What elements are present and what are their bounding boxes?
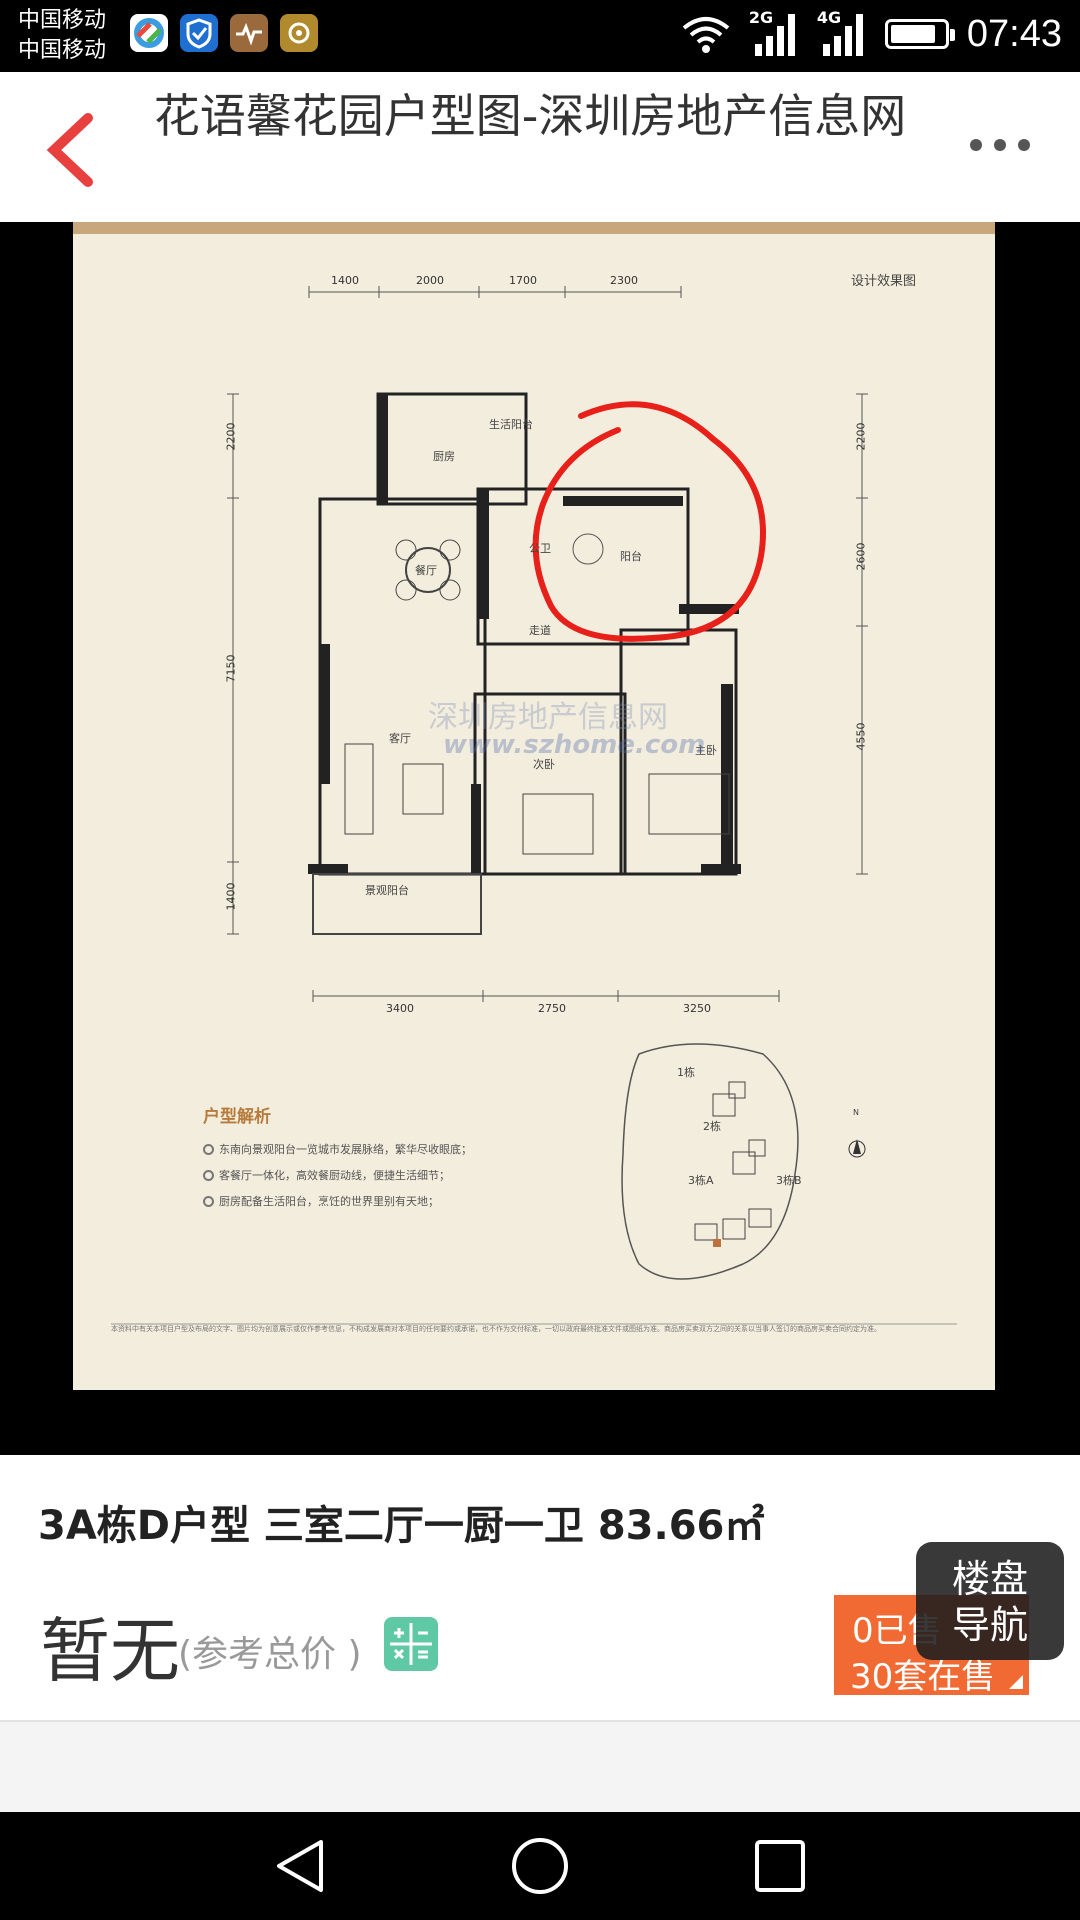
dim-left-2: 7150 — [224, 654, 238, 683]
plan-top-band — [73, 222, 995, 234]
browser-app-icon — [130, 14, 168, 52]
wifi-icon — [682, 17, 730, 53]
carrier-line-2: 中国移动 — [18, 38, 107, 63]
total-price: 暂无 — [40, 1610, 180, 1692]
site-building-3a: 3栋A — [688, 1174, 714, 1187]
more-dot-icon — [1018, 139, 1030, 151]
watermark-en: www.szhome.com — [443, 730, 706, 760]
room-corridor: 走道 — [529, 624, 551, 637]
price-note: (参考总价 ) — [178, 1634, 362, 1675]
analysis-item: 客餐厅一体化，高效餐厨动线，便捷生活细节； — [203, 1167, 472, 1183]
site-building-3b: 3栋B — [776, 1174, 802, 1187]
carrier-info: 中国移动 中国移动 — [18, 6, 106, 66]
signal-2g: 2G — [749, 8, 799, 58]
north-arrow-label: N — [853, 1108, 859, 1117]
signal-icon — [754, 14, 795, 56]
battery-icon — [884, 19, 955, 49]
sun-app-icon — [280, 14, 318, 52]
chevron-left-icon — [46, 113, 93, 187]
property-navigation-button[interactable]: 楼盘 导航 — [916, 1542, 1064, 1660]
floor-plan-image: 设计效果图 1400 2000 1700 2300 3400 2750 3250… — [73, 222, 995, 1390]
dim-bottom-1: 3400 — [386, 1002, 414, 1015]
system-recents-button[interactable] — [745, 1834, 815, 1898]
more-dot-icon — [970, 139, 982, 151]
unit-title: 3A栋D户型 三室二厅一厨一卫 83.66㎡ — [38, 1503, 765, 1549]
nav-label-line2: 导航 — [951, 1603, 1028, 1647]
calculator-button[interactable] — [384, 1617, 438, 1671]
signal-icon — [822, 14, 863, 56]
circle-home-icon — [512, 1838, 568, 1894]
carrier-line-1: 中国移动 — [18, 8, 107, 33]
dim-left-3: 1400 — [224, 882, 238, 911]
room-view-balcony: 景观阳台 — [365, 884, 409, 897]
dim-right-1: 2200 — [854, 422, 868, 451]
health-app-icon — [230, 14, 268, 52]
analysis-item: 东南向景观阳台一览城市发展脉络，繁华尽收眼底； — [203, 1141, 472, 1157]
layout-analysis: 户型解析 东南向景观阳台一览城市发展脉络，繁华尽收眼底； 客餐厅一体化，高效餐厨… — [203, 1102, 472, 1219]
site-building-1: 1栋 — [677, 1066, 695, 1079]
analysis-title: 户型解析 — [203, 1107, 271, 1127]
nav-label-line1: 楼盘 — [951, 1557, 1028, 1601]
calculator-icon — [390, 1623, 432, 1665]
analysis-item: 厨房配备生活阳台，烹饪的世界里别有天地； — [203, 1193, 472, 1209]
shield-app-icon — [180, 14, 218, 52]
system-navigation-bar — [0, 1812, 1080, 1920]
bottom-spacer — [0, 1720, 1080, 1814]
page-title: 花语馨花园户型图-深圳房地产信息网 — [153, 89, 907, 143]
status-right: 2G 4G 07:43 — [681, 8, 1062, 58]
dim-top-2: 2000 — [416, 274, 444, 287]
room-kitchen: 厨房 — [433, 450, 455, 463]
system-home-button[interactable] — [505, 1834, 575, 1898]
site-building-2: 2栋 — [703, 1120, 721, 1133]
plan-disclaimer: 本资料中有关本项目户型及布局的文字、图片均为创意展示或仅作参考信息，不构成发展商… — [111, 1325, 881, 1333]
floor-plan-viewer[interactable]: 设计效果图 1400 2000 1700 2300 3400 2750 3250… — [0, 222, 1080, 1455]
status-bar: 中国移动 中国移动 2G 4G 07:43 — [0, 0, 1080, 72]
room-living: 客厅 — [389, 732, 411, 745]
signal-4g: 4G — [817, 8, 867, 58]
room-public-bath: 公卫 — [529, 542, 551, 555]
dim-right-2: 2600 — [854, 542, 868, 571]
room-dining: 餐厅 — [415, 564, 437, 577]
corner-triangle-icon — [1009, 1675, 1023, 1689]
system-back-button[interactable] — [265, 1834, 335, 1898]
dim-left-1: 2200 — [224, 422, 238, 451]
more-dot-icon — [994, 139, 1006, 151]
dim-top-4: 2300 — [610, 274, 638, 287]
back-button[interactable] — [40, 110, 110, 190]
triangle-back-icon — [277, 1840, 323, 1892]
dim-bottom-3: 3250 — [683, 1002, 711, 1015]
more-button[interactable] — [960, 130, 1040, 160]
dim-bottom-2: 2750 — [538, 1002, 566, 1015]
dim-top-3: 1700 — [509, 274, 537, 287]
notification-icons — [130, 14, 318, 52]
room-balcony: 阳台 — [620, 550, 642, 563]
room-utility-balcony: 生活阳台 — [489, 418, 533, 431]
title-bar: 花语馨花园户型图-深圳房地产信息网 — [0, 72, 1080, 223]
clock: 07:43 — [966, 12, 1062, 55]
dim-right-3: 4550 — [854, 722, 868, 751]
dim-top-1: 1400 — [331, 274, 359, 287]
square-recents-icon — [755, 1840, 805, 1892]
